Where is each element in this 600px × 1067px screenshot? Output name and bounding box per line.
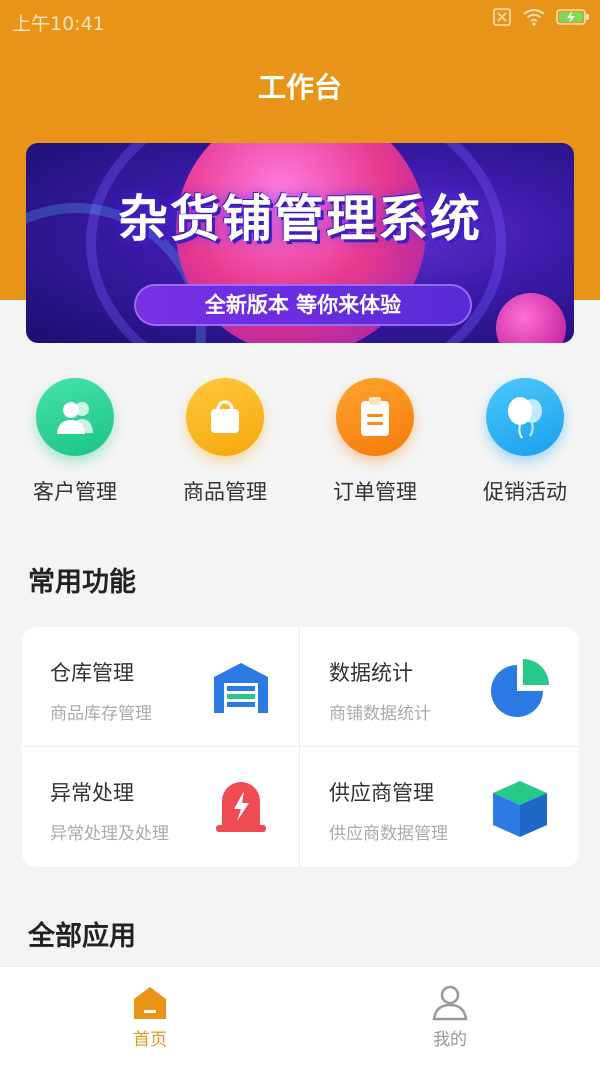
quick-action-label: 客户管理 bbox=[33, 480, 117, 504]
promo-banner[interactable]: 杂货铺管理系统 全新版本 等你来体验 bbox=[26, 143, 574, 343]
pie-chart-icon bbox=[491, 659, 549, 717]
feature-title: 供应商管理 bbox=[329, 781, 434, 805]
feature-title: 仓库管理 bbox=[50, 661, 134, 685]
feature-subtitle: 商铺数据统计 bbox=[329, 704, 431, 724]
quick-action-label: 商品管理 bbox=[183, 480, 267, 504]
quick-action-label: 订单管理 bbox=[333, 480, 417, 504]
feature-suppliers[interactable]: 供应商管理 供应商数据管理 bbox=[301, 747, 579, 867]
tab-label: 我的 bbox=[433, 1030, 467, 1050]
feature-subtitle: 供应商数据管理 bbox=[329, 824, 448, 844]
alarm-icon bbox=[216, 782, 266, 832]
shopping-bag-icon bbox=[186, 378, 264, 456]
clipboard-icon bbox=[336, 378, 414, 456]
page-title: 工作台 bbox=[257, 71, 342, 104]
feature-warehouse[interactable]: 仓库管理 商品库存管理 bbox=[22, 627, 300, 747]
feature-statistics[interactable]: 数据统计 商铺数据统计 bbox=[301, 627, 579, 747]
feature-title: 数据统计 bbox=[329, 661, 413, 685]
feature-subtitle: 商品库存管理 bbox=[50, 704, 152, 724]
banner-subtitle: 全新版本 等你来体验 bbox=[134, 284, 472, 326]
user-icon bbox=[432, 985, 468, 1021]
section-title-common: 常用功能 bbox=[28, 567, 136, 598]
balloon-icon bbox=[486, 378, 564, 456]
tab-bar: 首页 我的 bbox=[0, 966, 600, 1067]
quick-action-label: 促销活动 bbox=[483, 480, 567, 504]
wifi-icon bbox=[523, 9, 545, 26]
quick-action-products[interactable]: 商品管理 bbox=[150, 378, 300, 506]
customers-icon bbox=[36, 378, 114, 456]
common-features-card: 仓库管理 商品库存管理 数据统计 商铺数据统计 异常处理 异常处理及处理 供应商… bbox=[22, 627, 579, 867]
status-icons bbox=[492, 8, 590, 26]
home-icon bbox=[134, 987, 166, 1019]
banner-small-sphere bbox=[496, 293, 566, 343]
tab-label: 首页 bbox=[133, 1030, 167, 1050]
banner-title: 杂货铺管理系统 bbox=[118, 190, 482, 248]
status-bar: 上午10:41 bbox=[0, 0, 600, 40]
sim-off-icon bbox=[493, 8, 511, 26]
quick-actions: 客户管理 商品管理 订单管理 促销活动 bbox=[0, 378, 600, 508]
quick-action-customers[interactable]: 客户管理 bbox=[0, 378, 150, 506]
feature-title: 异常处理 bbox=[50, 781, 134, 805]
quick-action-promotions[interactable]: 促销活动 bbox=[450, 378, 600, 506]
tab-home[interactable]: 首页 bbox=[0, 967, 300, 1067]
quick-action-orders[interactable]: 订单管理 bbox=[300, 378, 450, 506]
box-icon bbox=[493, 781, 547, 837]
section-title-all-apps: 全部应用 bbox=[28, 921, 136, 952]
feature-subtitle: 异常处理及处理 bbox=[50, 824, 169, 844]
status-time: 上午10:41 bbox=[12, 13, 105, 35]
warehouse-icon bbox=[214, 663, 268, 713]
feature-exceptions[interactable]: 异常处理 异常处理及处理 bbox=[22, 747, 300, 867]
tab-mine[interactable]: 我的 bbox=[300, 967, 600, 1067]
battery-charging-icon bbox=[556, 9, 589, 25]
